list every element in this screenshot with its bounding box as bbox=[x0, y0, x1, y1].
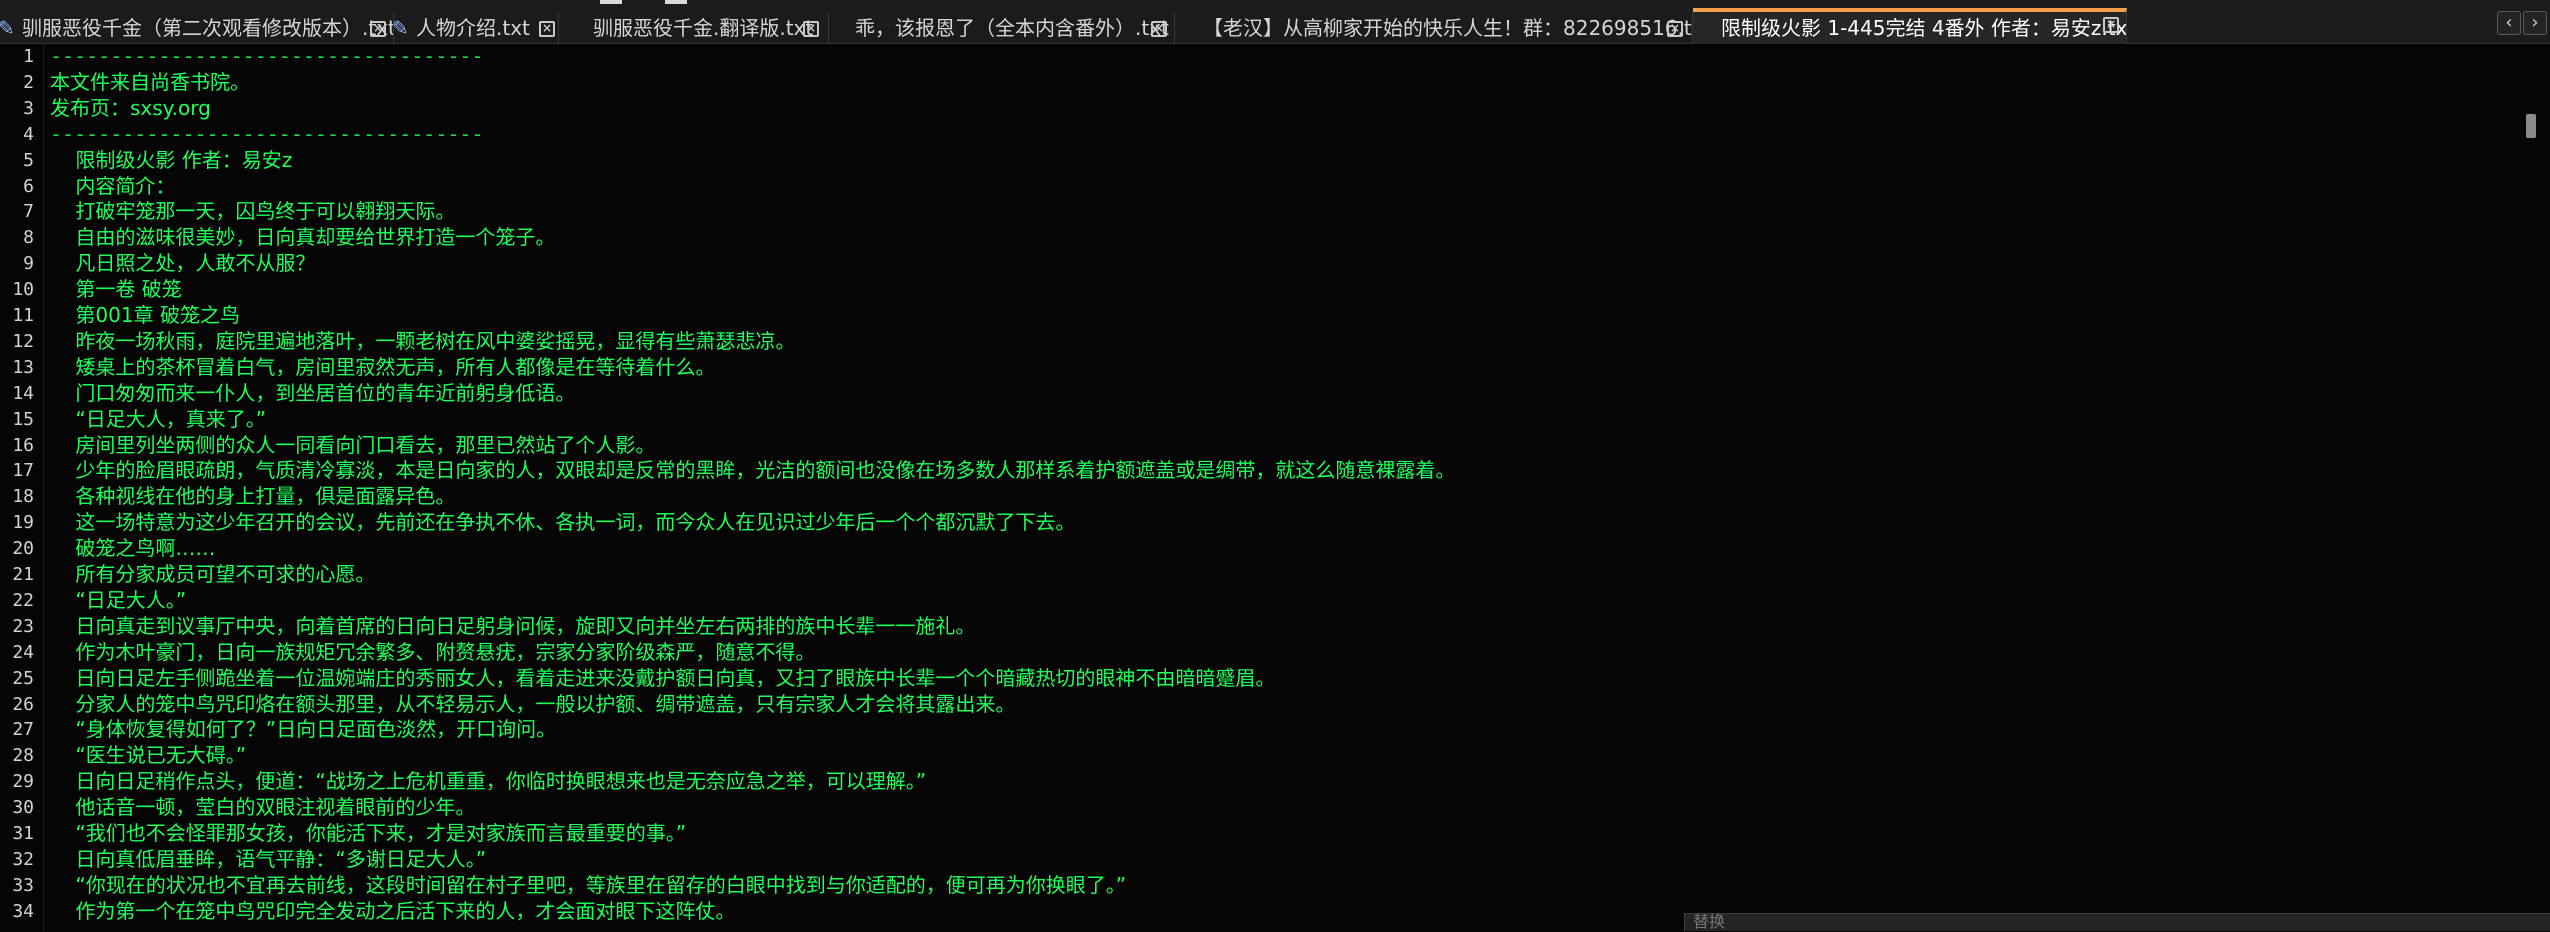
pencil-icon: ✎ bbox=[394, 12, 409, 44]
line-number: 9 bbox=[23, 253, 34, 275]
line-number: 3 bbox=[23, 97, 34, 119]
line-number: 30 bbox=[12, 797, 34, 819]
text-line: 分家人的笼中鸟咒印烙在额头那里，从不轻易示人，一般以护额、绸带遮盖，只有宗家人才… bbox=[50, 691, 1016, 716]
line-number: 7 bbox=[23, 201, 34, 223]
line-number: 29 bbox=[12, 771, 34, 793]
tab-1[interactable]: ✎ 驯服恶役千金（第二次观看修改版本）.txt × bbox=[0, 12, 394, 44]
text-line: 作为第一个在笼中鸟咒印完全发动之后活下来的人，才会面对眼下这阵仗。 bbox=[50, 898, 736, 923]
tab-3[interactable]: 驯服恶役千金.翻译版.txt × bbox=[559, 12, 829, 44]
text-line: 作为木叶豪门，日向一族规矩冗余繁多、附赘悬疣，宗家分家阶级森严，随意不得。 bbox=[50, 639, 816, 664]
close-icon[interactable]: × bbox=[370, 21, 386, 37]
close-icon[interactable]: × bbox=[539, 21, 555, 37]
line-number: 2 bbox=[23, 71, 34, 93]
line-number: 4 bbox=[23, 123, 34, 145]
text-line: 房间里列坐两侧的众人一同看向门口看去，那里已然站了个人影。 bbox=[50, 432, 656, 457]
line-number: 8 bbox=[23, 227, 34, 249]
line-number: 15 bbox=[12, 408, 34, 430]
text-line: 本文件来自尚香书院。 bbox=[50, 69, 250, 94]
text-line: “日足大人。” bbox=[50, 587, 187, 612]
text-line: 限制级火影 作者：易安z bbox=[50, 147, 293, 172]
text-line: “医生说已无大碍。” bbox=[50, 743, 247, 768]
pencil-icon: ✎ bbox=[0, 12, 15, 44]
tab-scroll-right-button[interactable]: › bbox=[2523, 11, 2547, 35]
tab-label: 驯服恶役千金.翻译版.txt bbox=[593, 16, 814, 40]
window-drag-marker bbox=[665, 0, 687, 4]
text-line: 矮桌上的茶杯冒着白气，房间里寂然无声，所有人都像是在等待着什么。 bbox=[50, 354, 716, 379]
line-number: 14 bbox=[12, 382, 34, 404]
text-line: 门口匆匆而来一仆人，到坐居首位的青年近前躬身低语。 bbox=[50, 380, 576, 405]
tab-label: 人物介绍.txt bbox=[416, 16, 530, 40]
line-number: 1 bbox=[23, 46, 34, 67]
text-line: 第一卷 破笼 bbox=[50, 277, 182, 302]
tab-label: 乖，该报恩了（全本内含番外）.txt bbox=[855, 16, 1169, 40]
line-number: 19 bbox=[12, 512, 34, 534]
line-number: 22 bbox=[12, 589, 34, 611]
tab-scroll-left-button[interactable]: ‹ bbox=[2497, 11, 2521, 35]
line-number: 18 bbox=[12, 486, 34, 508]
replace-label: 替换 bbox=[1693, 912, 1726, 931]
text-line: ------------------------------------ bbox=[50, 44, 484, 68]
text-line: 昨夜一场秋雨，庭院里遍地落叶，一颗老树在风中婆娑摇晃，显得有些萧瑟悲凉。 bbox=[50, 328, 796, 353]
window-drag-marker bbox=[600, 0, 622, 4]
text-line: 日向真低眉垂眸，语气平静：“多谢日足大人。” bbox=[50, 846, 487, 871]
line-number: 5 bbox=[23, 149, 34, 171]
line-number: 6 bbox=[23, 175, 34, 197]
line-number: 13 bbox=[12, 356, 34, 378]
line-number: 32 bbox=[12, 848, 34, 870]
line-number: 27 bbox=[12, 719, 34, 741]
text-editor[interactable]: 1 ------------------------------------ 2… bbox=[0, 44, 2550, 931]
text-line: 各种视线在他的身上打量，俱是面露异色。 bbox=[50, 484, 456, 509]
tab-label: 【老汉】从高柳家开始的快乐人生！群：822698516.txt bbox=[1203, 16, 1693, 40]
line-number: 11 bbox=[12, 305, 34, 326]
text-line: 第001章 破笼之鸟 bbox=[50, 303, 240, 327]
line-number: 17 bbox=[12, 460, 34, 482]
line-number: 28 bbox=[12, 745, 34, 767]
tab-6-active[interactable]: 限制级火影 1-445完结 4番外 作者：易安z.txt × bbox=[1693, 8, 2127, 44]
line-number: 26 bbox=[12, 693, 34, 715]
line-number: 12 bbox=[12, 330, 34, 352]
line-number: 31 bbox=[12, 823, 34, 844]
text-line: 破笼之鸟啊…… bbox=[50, 536, 216, 561]
tab-2[interactable]: ✎ 人物介绍.txt × bbox=[394, 12, 559, 44]
text-line: 发布页：sxsy.org bbox=[50, 95, 211, 120]
text-line: “日足大人，真来了。” bbox=[50, 406, 267, 431]
text-line: 打破牢笼那一天，囚鸟终于可以翱翔天际。 bbox=[50, 199, 456, 224]
tab-label: 驯服恶役千金（第二次观看修改版本）.txt bbox=[22, 16, 394, 40]
text-line: 少年的脸眉眼疏朗，气质清冷寡淡，本是日向家的人，双眼却是反常的黑眸，光洁的额间也… bbox=[50, 458, 1456, 483]
tab-label: 限制级火影 1-445完结 4番外 作者：易安z.txt bbox=[1721, 16, 2127, 40]
close-icon[interactable]: × bbox=[1667, 21, 1683, 37]
text-line: 日向真走到议事厅中央，向着首席的日向日足躬身问候，旋即又向并坐左右两排的族中长辈… bbox=[50, 613, 976, 638]
text-line: 自由的滋味很美妙，日向真却要给世界打造一个笼子。 bbox=[50, 225, 556, 250]
text-line: “我们也不会怪罪那女孩，你能活下来，才是对家族而言最重要的事。” bbox=[50, 821, 687, 845]
close-icon[interactable]: × bbox=[2103, 17, 2119, 33]
line-number: 16 bbox=[12, 434, 34, 456]
text-line: “你现在的状况也不宜再去前线，这段时间留在村子里吧，等族里在留存的白眼中找到与你… bbox=[50, 872, 1127, 897]
find-replace-panel[interactable]: 替换 bbox=[1684, 912, 2550, 931]
text-line: 日向日足稍作点头，便道：“战场之上危机重重，你临时换眼想来也是无奈应急之举，可以… bbox=[50, 769, 927, 794]
line-number: 23 bbox=[12, 615, 34, 637]
text-line: 日向日足左手侧跪坐着一位温婉端庄的秀丽女人，看着走进来没戴护额日向真，又扫了眼族… bbox=[50, 665, 1276, 690]
text-line: “身体恢复得如何了？”日向日足面色淡然，开口询问。 bbox=[50, 717, 557, 742]
tab-5[interactable]: 【老汉】从高柳家开始的快乐人生！群：822698516.txt × bbox=[1175, 12, 1693, 44]
line-number: 33 bbox=[12, 874, 34, 896]
vertical-scrollbar-thumb[interactable] bbox=[2526, 114, 2536, 138]
tab-bar: ✎ 驯服恶役千金（第二次观看修改版本）.txt × ✎ 人物介绍.txt × 驯… bbox=[0, 0, 2550, 44]
line-number: 34 bbox=[12, 900, 34, 922]
tab-4[interactable]: 乖，该报恩了（全本内含番外）.txt × bbox=[829, 12, 1175, 44]
text-line: 内容简介： bbox=[50, 173, 176, 198]
line-number: 25 bbox=[12, 667, 34, 689]
text-line: 他话音一顿，莹白的双眼注视着眼前的少年。 bbox=[50, 795, 476, 820]
close-icon[interactable]: × bbox=[1151, 21, 1167, 37]
text-line: ------------------------------------ bbox=[50, 121, 484, 146]
text-line: 这一场特意为这少年召开的会议，先前还在争执不休、各执一词，而今众人在见识过少年后… bbox=[50, 510, 1076, 535]
line-number: 10 bbox=[12, 279, 34, 301]
close-icon[interactable]: × bbox=[803, 21, 819, 37]
line-number: 20 bbox=[12, 538, 34, 560]
text-line: 凡日照之处，人敢不从服？ bbox=[50, 251, 316, 276]
line-number: 24 bbox=[12, 641, 34, 663]
text-line: 所有分家成员可望不可求的心愿。 bbox=[50, 562, 376, 586]
line-number: 21 bbox=[12, 564, 34, 585]
